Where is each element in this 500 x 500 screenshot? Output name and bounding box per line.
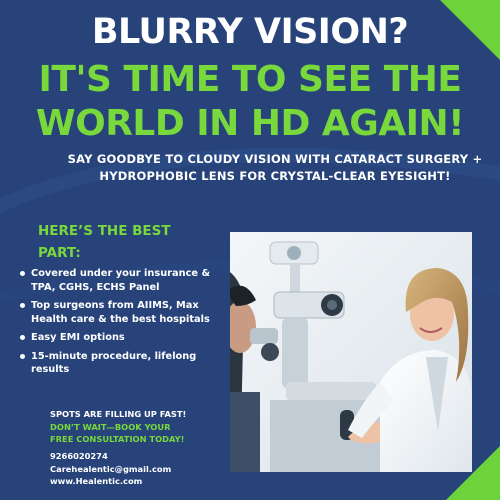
subheadline: SAY GOODBYE TO CLOUDY VISION WITH CATARA… — [67, 152, 483, 183]
contact-info: 9266020274 Carehealentic@gmail.com www.H… — [50, 450, 171, 488]
eye-exam-illustration — [230, 232, 472, 472]
call-to-action: SPOTS ARE FILLING UP FAST! DON’T WAIT—BO… — [50, 408, 230, 446]
cta-dont-wait: DON’T WAIT—BOOK YOUR — [50, 421, 171, 432]
website-link[interactable]: www.Healentic.com — [50, 475, 171, 488]
cta-free-consultation: FREE CONSULTATION TODAY! — [50, 434, 185, 444]
phone-number[interactable]: 9266020274 — [50, 450, 171, 463]
benefits-list: Covered under your insurance & TPA, CGHS… — [20, 267, 230, 382]
cta-spots-filling: SPOTS ARE FILLING UP FAST! — [50, 409, 187, 419]
benefit-item-procedure: 15-minute procedure, lifelong results — [20, 350, 230, 377]
eye-exam-photo — [230, 232, 472, 472]
best-part-heading: HERE’S THE BEST PART: — [38, 223, 171, 261]
benefit-item-surgeons: Top surgeons from AIIMS, Max Health care… — [20, 299, 230, 326]
headline-world-in-hd: WORLD IN HD AGAIN! — [35, 103, 465, 144]
benefit-item-emi: Easy EMI options — [20, 331, 230, 345]
headline-time-to-see: IT'S TIME TO SEE THE — [38, 59, 462, 100]
email-address[interactable]: Carehealentic@gmail.com — [50, 463, 171, 476]
headline-blurry-vision: BLURRY VISION? — [91, 12, 409, 52]
benefit-item-insurance: Covered under your insurance & TPA, CGHS… — [20, 267, 230, 294]
